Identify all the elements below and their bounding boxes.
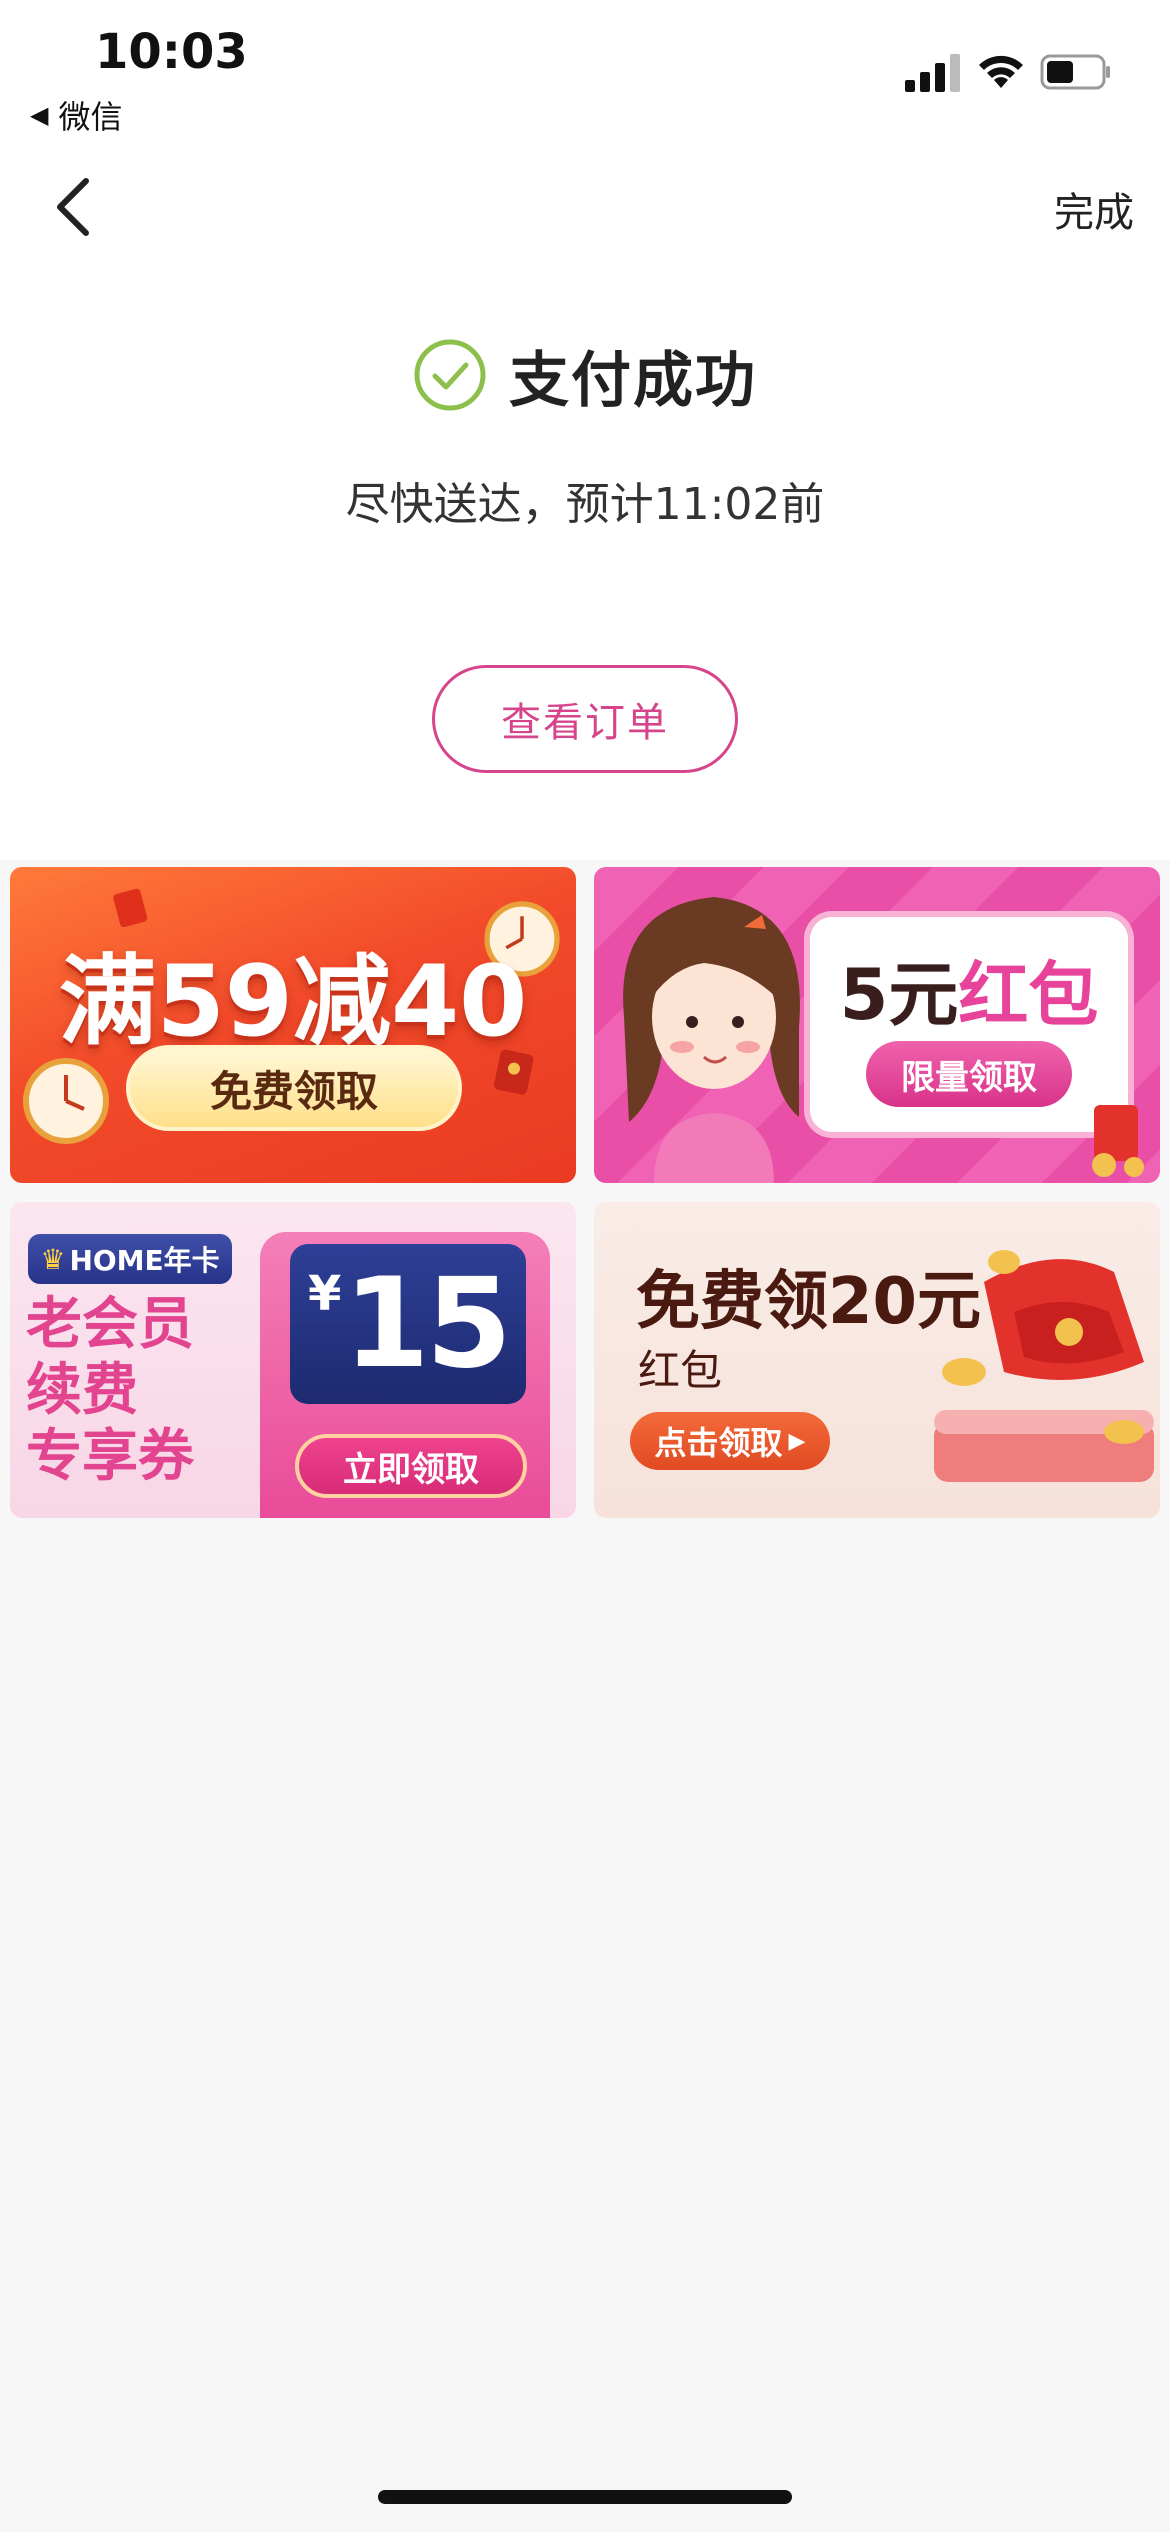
banner-title: 免费领20元 xyxy=(636,1265,982,1339)
banner-subtitle: 红包 xyxy=(638,1346,723,1395)
back-to-app-link[interactable]: ◀ 微信 xyxy=(30,92,122,138)
click-claim-button[interactable]: 点击领取 ▶ xyxy=(630,1412,830,1470)
alarm-clock-icon xyxy=(23,1058,109,1144)
banner-title-amount: 5元 xyxy=(839,954,959,1036)
red-packet-5-banner[interactable]: 5元红包 限量领取 xyxy=(594,867,1160,1183)
claim-now-button[interactable]: 立即领取 xyxy=(295,1434,527,1498)
red-envelope-icon xyxy=(113,888,148,927)
banner-title: 满59减40 xyxy=(58,945,528,1059)
currency-symbol: ¥ xyxy=(308,1266,342,1322)
home-annual-badge: ♛ HOME年卡 xyxy=(28,1234,232,1284)
claim-free-button[interactable]: 免费领取 xyxy=(126,1045,462,1131)
gift-envelope-icon xyxy=(1092,1105,1144,1177)
home-indicator[interactable] xyxy=(378,2490,792,2504)
member-renewal-text: 老会员 续费 专享券 xyxy=(26,1292,194,1490)
member-text-line: 老会员 xyxy=(26,1292,194,1357)
member-text-line: 专享券 xyxy=(26,1424,194,1489)
free-20-red-packet-banner[interactable]: 免费领20元 红包 点击领取 ▶ xyxy=(594,1202,1160,1518)
signal-icon xyxy=(905,54,960,92)
girl-illustration xyxy=(623,897,800,1183)
chevron-left-icon[interactable] xyxy=(50,175,94,239)
coupon-banner-59-40[interactable]: 满59减40 免费领取 xyxy=(10,867,576,1183)
badge-label: HOME年卡 xyxy=(69,1244,220,1277)
battery-icon xyxy=(1040,54,1110,90)
coupon-amount-card: ¥ 15 xyxy=(290,1244,526,1404)
payment-result-header: 支付成功 xyxy=(0,335,1170,416)
crown-icon: ♛ xyxy=(40,1242,66,1276)
limited-claim-button[interactable]: 限量领取 xyxy=(866,1041,1072,1107)
member-text-line: 续费 xyxy=(26,1358,138,1423)
click-claim-label: 点击领取 xyxy=(654,1424,783,1462)
view-order-button[interactable]: 查看订单 xyxy=(432,665,738,773)
done-button[interactable]: 完成 xyxy=(1054,180,1134,238)
check-circle-icon xyxy=(414,339,486,411)
status-time: 10:03 xyxy=(95,24,248,80)
page-title: 支付成功 xyxy=(509,345,757,416)
coupon-amount: 15 xyxy=(343,1252,512,1396)
banner-title: 5元红包 xyxy=(810,939,1128,1040)
delivery-eta: 尽快送达，预计11:02前 xyxy=(345,479,825,530)
banner-title-red-packet: 红包 xyxy=(958,954,1099,1036)
back-app-label: 微信 xyxy=(58,98,123,136)
caret-right-icon: ▶ xyxy=(788,1428,806,1454)
home-annual-card-banner[interactable]: ♛ HOME年卡 老会员 续费 专享券 ¥ 15 立即领取 xyxy=(10,1202,576,1518)
back-triangle-icon: ◀ xyxy=(30,101,49,129)
wifi-icon xyxy=(979,55,1023,88)
